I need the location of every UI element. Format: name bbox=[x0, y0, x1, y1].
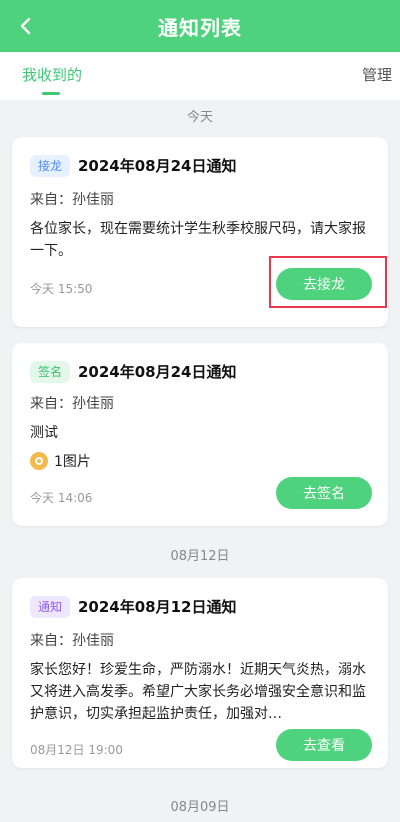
notice-title: 2024年08月24日通知 bbox=[78, 157, 237, 175]
tab-bar: 我收到的 管理 bbox=[0, 52, 400, 100]
date-separator: 08月12日 bbox=[170, 549, 230, 564]
type-badge: 通知 bbox=[30, 596, 71, 618]
notice-time: 今天 15:50 bbox=[30, 282, 93, 296]
back-arrow-icon bbox=[20, 17, 31, 35]
manage-button[interactable]: 管理 bbox=[362, 64, 392, 85]
back-button[interactable] bbox=[10, 10, 42, 42]
image-icon bbox=[30, 452, 48, 470]
date-separator: 08月09日 bbox=[170, 800, 230, 815]
page-title: 通知列表 bbox=[158, 15, 242, 40]
notice-time: 今天 14:06 bbox=[30, 491, 93, 505]
top-bar: 通知列表 bbox=[0, 0, 400, 52]
notice-sender: 来自：孙佳丽 bbox=[30, 633, 114, 649]
notice-sender: 来自：孙佳丽 bbox=[30, 192, 114, 208]
image-count-label: 1图片 bbox=[54, 454, 91, 470]
view-button[interactable]: 去查看 bbox=[276, 729, 372, 761]
tab-received[interactable]: 我收到的 bbox=[22, 64, 82, 85]
notice-content: 测试 bbox=[30, 425, 58, 441]
notice-title: 2024年08月12日通知 bbox=[78, 598, 237, 616]
notice-title: 2024年08月24日通知 bbox=[78, 363, 237, 381]
notice-card[interactable]: 通知 2024年08月12日通知 来自：孙佳丽 家长您好！珍爱生命，严防溺水！近… bbox=[12, 578, 388, 768]
type-badge: 签名 bbox=[30, 361, 71, 383]
highlight-annotation bbox=[269, 256, 387, 308]
notice-card[interactable]: 签名 2024年08月24日通知 来自：孙佳丽 测试 1图片 今天 14:06 … bbox=[12, 343, 388, 526]
type-badge: 接龙 bbox=[30, 155, 71, 177]
sign-button[interactable]: 去签名 bbox=[276, 477, 372, 509]
date-separator: 今天 bbox=[186, 110, 213, 125]
notice-time: 08月12日 19:00 bbox=[30, 743, 123, 757]
image-count[interactable]: 1图片 bbox=[30, 451, 91, 471]
tab-indicator bbox=[42, 92, 60, 95]
notice-content: 家长您好！珍爱生命，严防溺水！近期天气炎热，溺水又将进入高发季。希望广大家长务必… bbox=[30, 662, 366, 722]
notice-sender: 来自：孙佳丽 bbox=[30, 396, 114, 412]
